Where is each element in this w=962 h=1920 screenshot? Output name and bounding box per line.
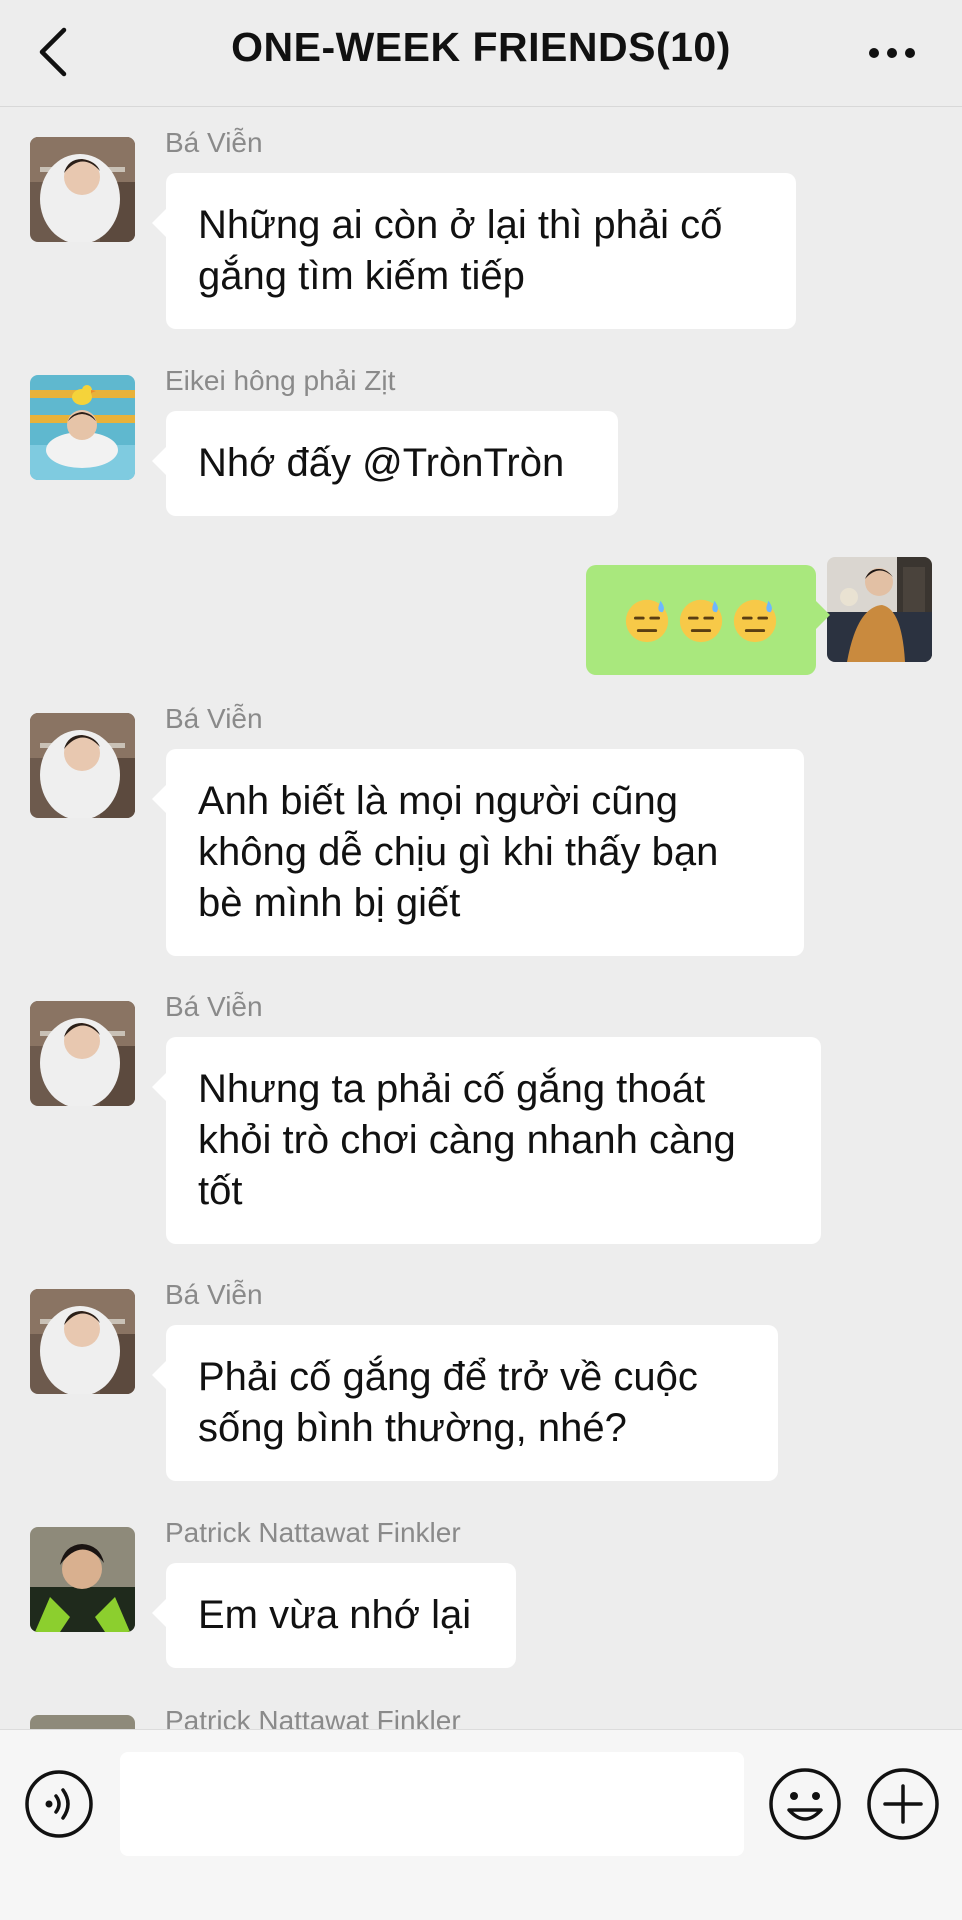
message-bubble[interactable]: Anh biết là mọi người cũng không dễ chịu… — [152, 749, 804, 956]
chat-screen: ONE-WEEK FRIENDS(10) Bá Viễn Những ai cò… — [0, 0, 962, 1920]
avatar[interactable] — [827, 557, 932, 662]
sweat-face-icon — [733, 599, 777, 643]
avatar[interactable] — [30, 1289, 135, 1394]
plus-button[interactable] — [865, 1766, 941, 1842]
message-list[interactable]: Bá Viễn Những ai còn ở lại thì phải cố g… — [0, 107, 962, 1729]
avatar[interactable] — [30, 1715, 135, 1729]
message-text-line: Những ai còn ở lại thì phải cố — [198, 203, 723, 247]
avatar[interactable] — [30, 1001, 135, 1106]
message-input[interactable] — [120, 1752, 744, 1856]
smiley-icon — [769, 1768, 841, 1840]
message-text-line: khỏi trò chơi càng nhanh càng — [198, 1118, 736, 1162]
avatar[interactable] — [30, 375, 135, 480]
message-text-line: Anh biết là mọi người cũng — [198, 779, 678, 823]
message-text-line: bè mình bị giết — [198, 881, 461, 925]
more-button[interactable] — [862, 38, 922, 68]
message-text-line: Em vừa nhớ lại — [198, 1593, 472, 1637]
sender-name: Eikei hông phải Zịt — [165, 365, 396, 396]
message-text-line: gắng tìm kiếm tiếp — [198, 254, 525, 298]
sender-name: Patrick Nattawat Finkler — [165, 1517, 461, 1548]
sweat-face-icon — [625, 599, 669, 643]
sender-name: Patrick Nattawat Finkler — [165, 1705, 461, 1729]
avatar[interactable] — [30, 137, 135, 242]
voice-button[interactable] — [23, 1768, 95, 1840]
message-text-line: tốt — [198, 1169, 243, 1213]
message-bubble-mine[interactable] — [586, 565, 830, 675]
message-text-line: Nhớ đấy @TrònTròn — [198, 441, 565, 485]
message-bubble[interactable]: Nhưng ta phải cố gắng thoát khỏi trò chơ… — [152, 1037, 821, 1244]
sender-name: Bá Viễn — [165, 991, 263, 1022]
sender-name: Bá Viễn — [165, 703, 263, 734]
avatar[interactable] — [30, 713, 135, 818]
message-text-line: sống bình thường, nhé? — [198, 1406, 627, 1450]
chevron-left-icon — [39, 27, 67, 77]
more-dots-icon — [869, 48, 915, 58]
sender-name: Bá Viễn — [165, 1279, 263, 1310]
avatar[interactable] — [30, 1527, 135, 1632]
back-button[interactable] — [30, 22, 80, 82]
message-bubble[interactable]: Phải cố gắng để trở về cuộc sống bình th… — [152, 1325, 778, 1481]
sender-name: Bá Viễn — [165, 127, 263, 158]
plus-circle-icon — [867, 1768, 939, 1840]
emoji-row — [622, 592, 780, 648]
message-text-line: không dễ chịu gì khi thấy bạn — [198, 830, 719, 874]
message-text-line: Nhưng ta phải cố gắng thoát — [198, 1067, 706, 1111]
sweat-face-icon — [679, 599, 723, 643]
message-text-line: Phải cố gắng để trở về cuộc — [198, 1355, 698, 1399]
message-bubble[interactable]: Em vừa nhớ lại — [152, 1563, 516, 1668]
chat-header: ONE-WEEK FRIENDS(10) — [0, 0, 962, 107]
voice-icon — [25, 1770, 93, 1838]
emoji-button[interactable] — [767, 1766, 843, 1842]
message-bubble[interactable]: Những ai còn ở lại thì phải cố gắng tìm … — [152, 173, 796, 329]
chat-title: ONE-WEEK FRIENDS(10) — [231, 24, 731, 70]
input-bar — [0, 1729, 962, 1920]
message-bubble[interactable]: Nhớ đấy @TrònTròn — [152, 411, 618, 516]
